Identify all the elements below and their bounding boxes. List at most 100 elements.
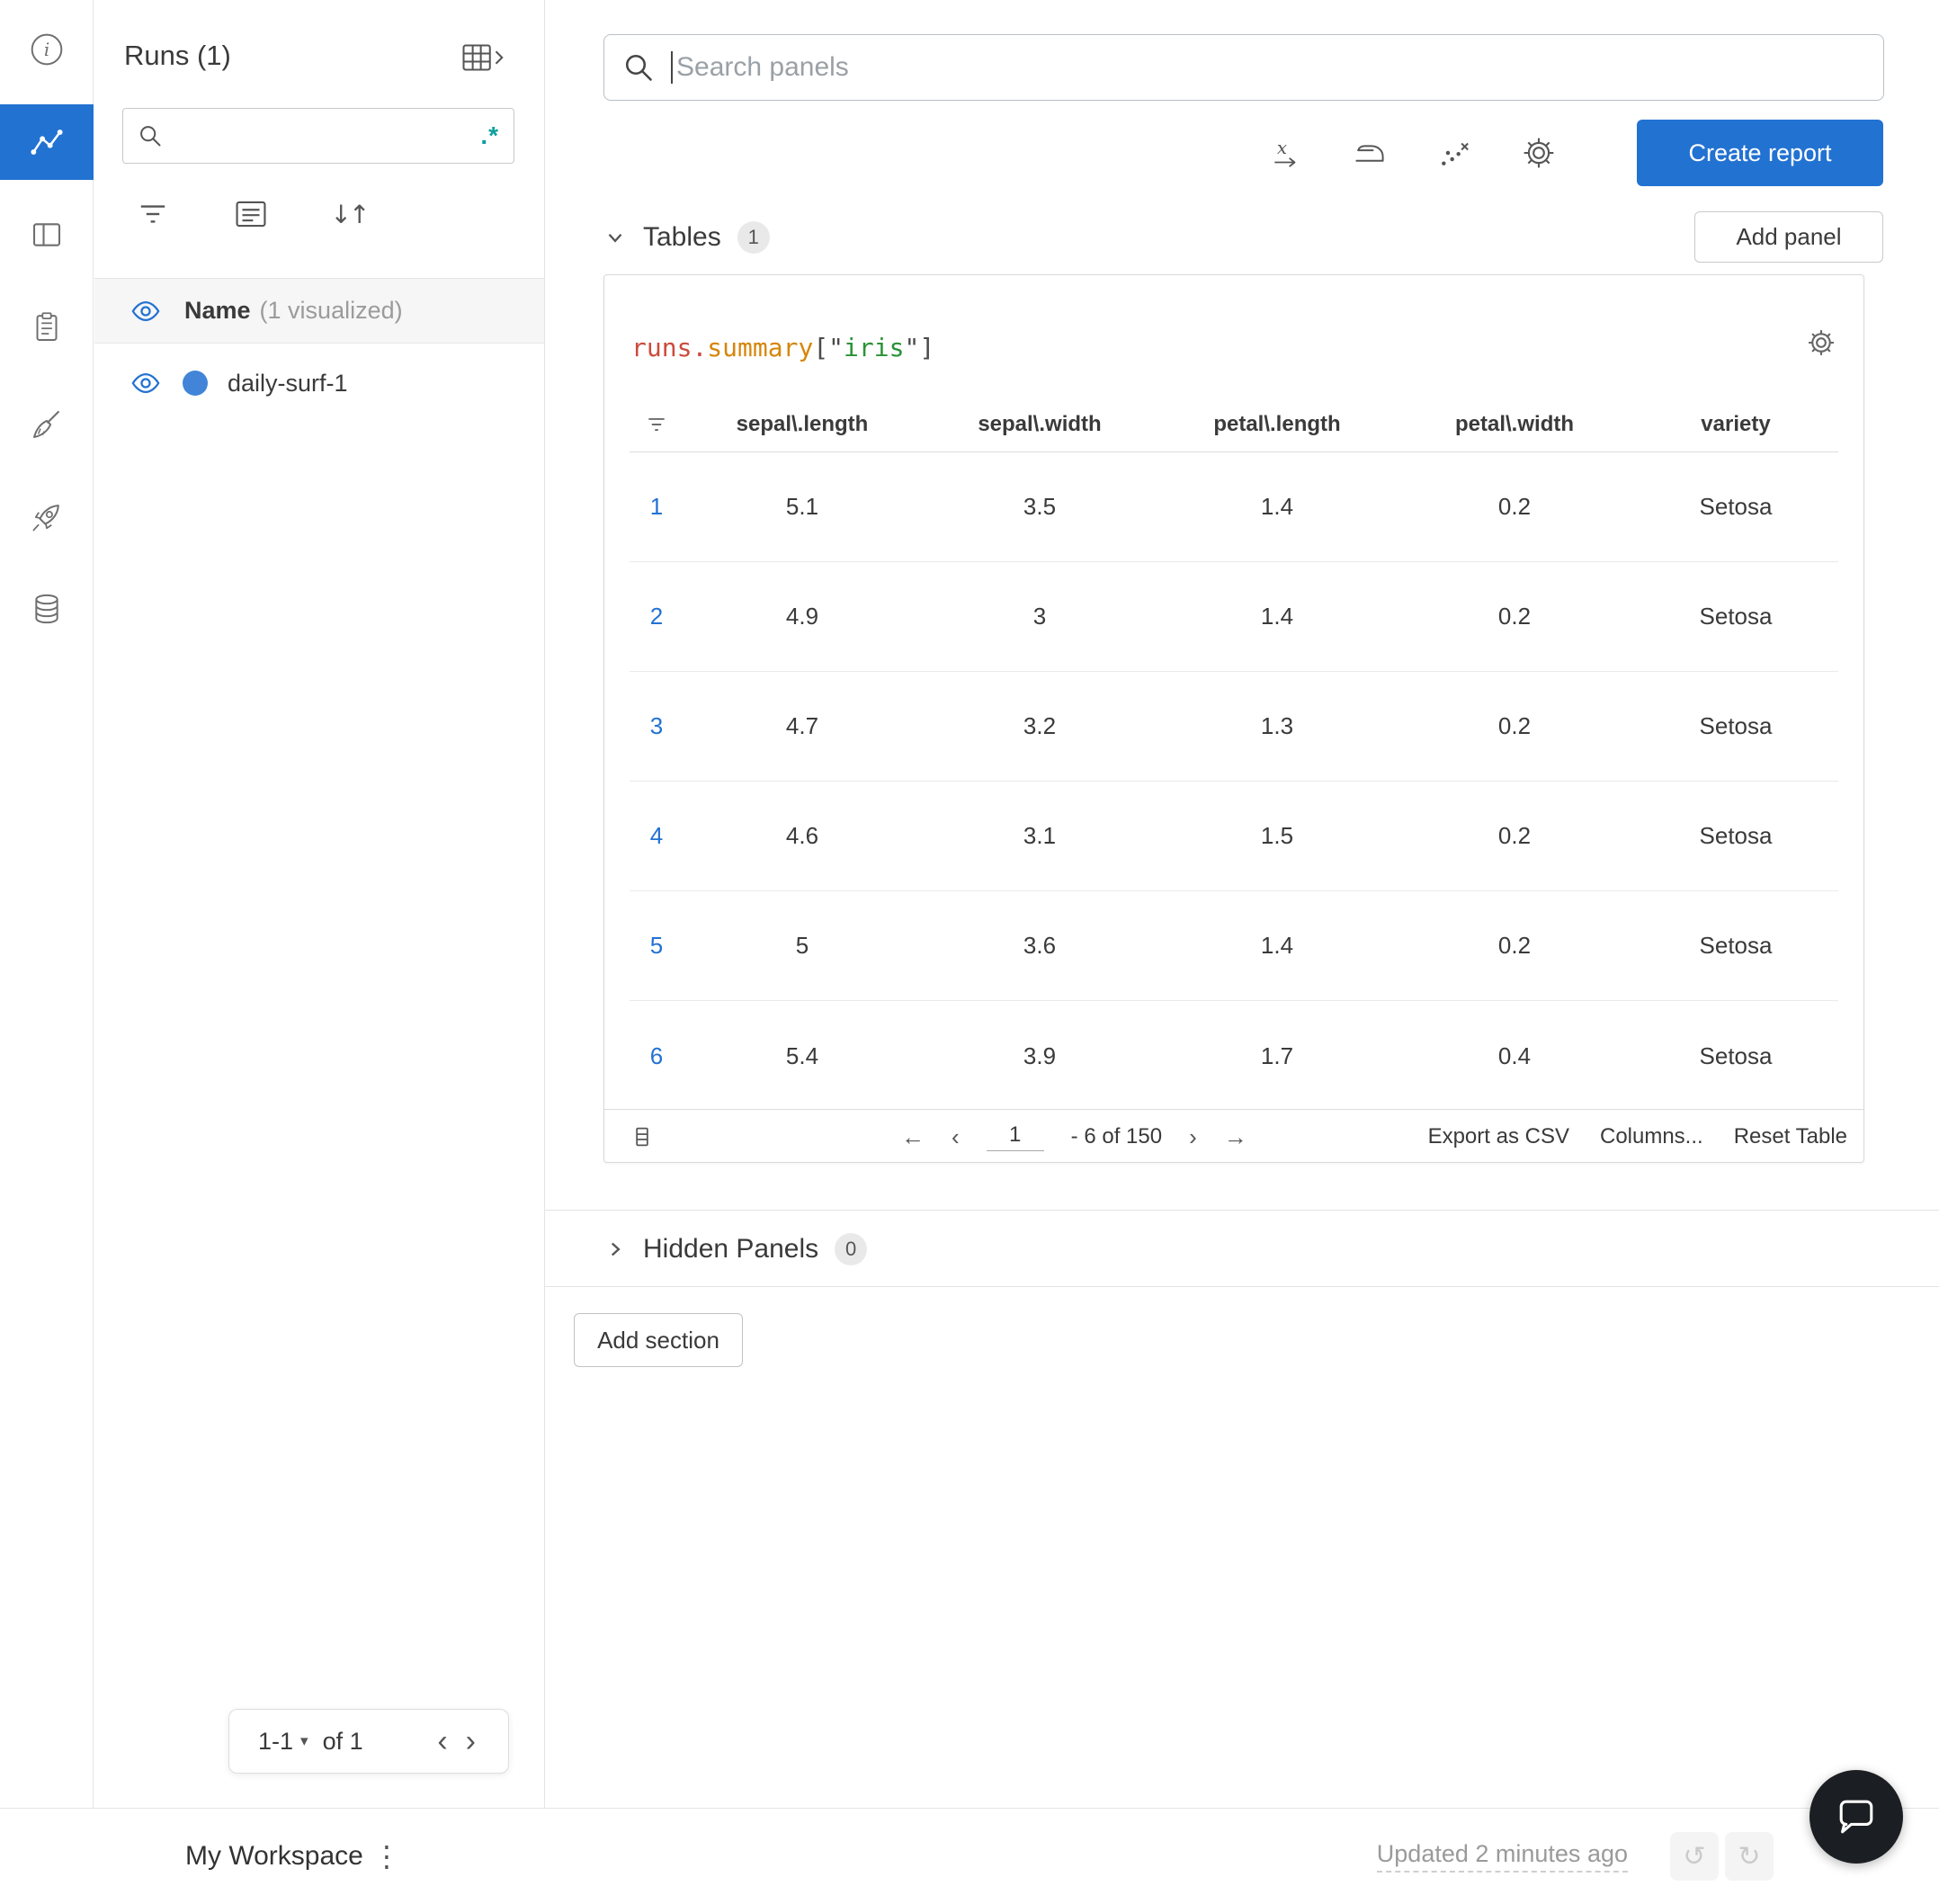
run-name[interactable]: daily-surf-1 (228, 370, 348, 398)
cell: 3 (1032, 603, 1047, 630)
search-panels-input[interactable]: Search panels (603, 34, 1884, 101)
kebab-menu-icon[interactable]: ⋮ (372, 1809, 401, 1904)
add-panel-button[interactable]: Add panel (1694, 211, 1883, 263)
filter-icon[interactable] (133, 194, 173, 234)
tables-section-header: Tables 1 (603, 211, 770, 263)
next-page-chevron-icon[interactable]: › (1189, 1125, 1197, 1149)
header-filter-icon[interactable] (630, 414, 684, 435)
cell: 4.9 (785, 603, 819, 630)
panel-gear-icon[interactable] (1804, 326, 1838, 360)
cell: 1.7 (1260, 1041, 1294, 1069)
cell: 4.7 (785, 712, 819, 739)
first-page-arrow-icon[interactable]: ← (901, 1125, 925, 1149)
code-prop: summary (707, 333, 814, 362)
table-row[interactable]: 1 5.1 3.5 1.4 0.2 Setosa (630, 452, 1838, 562)
runs-search-input[interactable]: .* (122, 108, 514, 164)
group-list-icon[interactable] (231, 194, 271, 234)
cell: 0.2 (1497, 493, 1532, 520)
workspace-name[interactable]: My Workspace (185, 1809, 363, 1904)
row-range-label: - 6 of 150 (1070, 1123, 1163, 1149)
cell: 5 (795, 932, 809, 959)
row-index-link[interactable]: 2 (630, 603, 684, 630)
prev-page-chevron-icon[interactable]: ‹ (952, 1125, 960, 1149)
iris-data-table: sepal\.length sepal\.width petal\.length… (630, 397, 1838, 1111)
hidden-panels-count-badge: 0 (835, 1233, 868, 1265)
panel-layout-icon[interactable] (0, 215, 94, 255)
cell: 1.4 (1260, 493, 1294, 520)
chevron-right-icon[interactable] (603, 1238, 627, 1261)
page-range-selector[interactable]: 1-1 (258, 1728, 293, 1756)
outliers-icon[interactable] (1435, 134, 1473, 172)
cell: 5.4 (785, 1041, 819, 1069)
row-index-link[interactable]: 3 (630, 712, 684, 740)
cell: 0.2 (1497, 712, 1532, 739)
column-header[interactable]: petal\.width (1396, 412, 1633, 437)
hidden-panels-header[interactable]: Hidden Panels 0 (603, 1221, 868, 1277)
code-dot: . (692, 333, 708, 362)
run-eye-icon[interactable] (130, 372, 161, 394)
redo-icon[interactable]: ↻ (1725, 1832, 1774, 1881)
table-row[interactable]: 2 4.9 3 1.4 0.2 Setosa (630, 562, 1838, 672)
page-total-label: of 1 (322, 1727, 363, 1755)
row-height-icon[interactable] (630, 1110, 655, 1163)
create-report-button[interactable]: Create report (1637, 120, 1883, 186)
export-csv-button[interactable]: Export as CSV (1428, 1124, 1569, 1149)
clipboard-icon[interactable] (0, 308, 94, 347)
cell: Setosa (1699, 932, 1773, 959)
tables-section-label[interactable]: Tables (643, 222, 721, 253)
sweep-icon[interactable] (0, 405, 94, 444)
add-section-button[interactable]: Add section (574, 1313, 743, 1367)
column-header[interactable]: petal\.length (1158, 412, 1396, 437)
table-pagination: ← ‹ 1 - 6 of 150 › → (901, 1110, 1247, 1163)
line-chart-icon[interactable] (0, 104, 94, 180)
x-axis-settings-icon[interactable]: x (1266, 134, 1304, 172)
row-index-link[interactable]: 1 (630, 493, 684, 521)
column-header[interactable]: variety (1633, 412, 1838, 437)
column-header[interactable]: sepal\.width (921, 412, 1158, 437)
info-icon[interactable]: i (0, 30, 94, 69)
search-panels-placeholder: Search panels (676, 52, 849, 82)
columns-button[interactable]: Columns... (1600, 1124, 1703, 1149)
updated-label[interactable]: Updated 2 minutes ago (1376, 1840, 1628, 1873)
left-nav-rail: i (0, 0, 94, 1808)
cell: 3.1 (1023, 822, 1057, 849)
next-page-chevron[interactable]: › (457, 1726, 485, 1757)
rocket-icon[interactable] (0, 497, 94, 537)
table-row[interactable]: 3 4.7 3.2 1.3 0.2 Setosa (630, 672, 1838, 782)
reset-table-button[interactable]: Reset Table (1734, 1124, 1847, 1149)
chat-help-button[interactable] (1809, 1770, 1903, 1864)
cell: Setosa (1699, 712, 1773, 739)
row-index-link[interactable]: 4 (630, 822, 684, 850)
row-index-link[interactable]: 6 (630, 1042, 684, 1070)
undo-icon[interactable]: ↺ (1670, 1832, 1719, 1881)
chat-bubble-icon (1831, 1792, 1881, 1842)
panel-title-code: runs.summary["iris"] (631, 333, 934, 362)
cell: 1.3 (1260, 712, 1294, 739)
table-row[interactable]: 5 5 3.6 1.4 0.2 Setosa (630, 891, 1838, 1001)
runs-list-header: Name (1 visualized) (94, 279, 544, 344)
cell: Setosa (1699, 603, 1773, 630)
chevron-down-icon[interactable] (603, 226, 627, 249)
last-page-arrow-icon[interactable]: → (1224, 1125, 1247, 1149)
svg-text:x: x (1277, 138, 1287, 158)
table-row[interactable]: 6 5.4 3.9 1.7 0.4 Setosa (630, 1001, 1838, 1111)
cell: 5.1 (785, 493, 819, 520)
settings-gear-icon[interactable] (1520, 134, 1558, 172)
cell: Setosa (1699, 1041, 1773, 1069)
page-number-input[interactable]: 1 (986, 1122, 1044, 1151)
run-row[interactable]: daily-surf-1 (94, 344, 544, 423)
regex-toggle[interactable]: .* (480, 121, 499, 150)
prev-page-chevron[interactable]: ‹ (428, 1726, 456, 1757)
table-row[interactable]: 4 4.6 3.1 1.5 0.2 Setosa (630, 782, 1838, 891)
smoothing-iron-icon[interactable] (1351, 134, 1389, 172)
database-icon[interactable] (0, 589, 94, 629)
row-index-link[interactable]: 5 (630, 932, 684, 960)
expand-runs-table-icon[interactable] (461, 41, 506, 74)
section-divider (545, 1210, 1939, 1211)
column-header[interactable]: sepal\.length (684, 412, 921, 437)
cell: 0.2 (1497, 822, 1532, 849)
caret-down-icon[interactable]: ▾ (300, 1732, 308, 1750)
sort-icon[interactable]: ↓↑ (329, 194, 371, 234)
visibility-eye-icon[interactable] (130, 300, 161, 322)
hidden-panels-label[interactable]: Hidden Panels (643, 1234, 818, 1265)
